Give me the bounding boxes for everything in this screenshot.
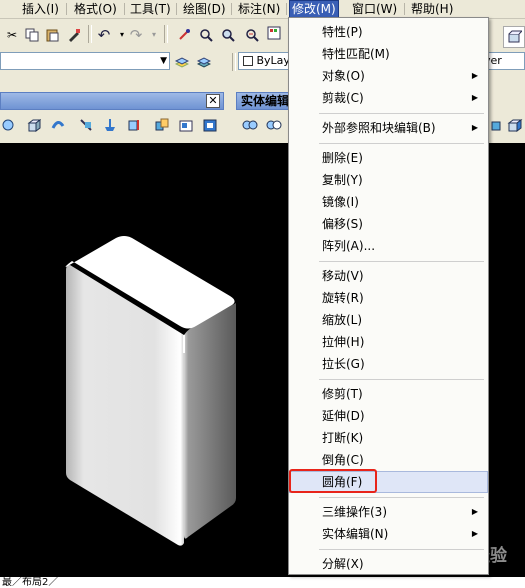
submenu-arrow-icon: ▶ bbox=[471, 123, 478, 132]
menu-item-clip[interactable]: 剪裁(C) ▶ bbox=[289, 87, 488, 109]
menu-item-erase[interactable]: 删除(E) bbox=[289, 147, 488, 169]
menu-item-solid-editing[interactable]: 实体编辑(N) ▶ bbox=[289, 523, 488, 545]
slice-icon[interactable] bbox=[78, 117, 94, 133]
menu-separator bbox=[319, 549, 484, 550]
modeling-toolbar-titlebar[interactable]: ✕ bbox=[0, 92, 224, 110]
zoom-window-icon[interactable] bbox=[220, 27, 236, 43]
zoom-realtime-icon[interactable] bbox=[198, 27, 214, 43]
properties-icon[interactable] bbox=[266, 25, 282, 41]
menu-separator bbox=[319, 379, 484, 380]
menu-item-trim[interactable]: 修剪(T) bbox=[289, 383, 488, 405]
menu-item-mirror[interactable]: 镜像(I) bbox=[289, 191, 488, 213]
setup-drawing-icon[interactable] bbox=[178, 117, 194, 133]
solid-editing-toolbar-right bbox=[489, 110, 525, 140]
menu-separator bbox=[124, 3, 125, 15]
menu-separator bbox=[231, 3, 232, 15]
menu-item-match-properties[interactable]: 特性匹配(M) bbox=[289, 43, 488, 65]
menu-item-break[interactable]: 打断(K) bbox=[289, 427, 488, 449]
menu-item-properties[interactable]: 特性(P) bbox=[289, 21, 488, 43]
paste-icon[interactable] bbox=[44, 27, 60, 43]
toolbar-separator bbox=[164, 25, 168, 43]
box-icon[interactable] bbox=[26, 117, 42, 133]
menu-item-rotate[interactable]: 旋转(R) bbox=[289, 287, 488, 309]
modeling-toolbar bbox=[0, 110, 224, 140]
undo-icon[interactable]: ↶ bbox=[96, 27, 112, 43]
submenu-arrow-icon: ▶ bbox=[471, 507, 478, 516]
submenu-arrow-icon: ▶ bbox=[471, 529, 478, 538]
menu-item-object[interactable]: 对象(O) ▶ bbox=[289, 65, 488, 87]
menu-window[interactable]: 窗口(W) bbox=[350, 1, 399, 17]
menu-separator bbox=[319, 497, 484, 498]
redo-dropdown-icon[interactable]: ▾ bbox=[146, 27, 162, 43]
menu-separator bbox=[66, 3, 67, 15]
solid-editing-titlebar[interactable]: 实体编辑 bbox=[236, 92, 291, 110]
make-layer-current-icon[interactable] bbox=[174, 54, 190, 70]
redo-icon[interactable]: ↷ bbox=[128, 27, 144, 43]
box-side-face bbox=[184, 303, 236, 539]
toolbar-separator bbox=[88, 25, 92, 43]
submenu-arrow-icon: ▶ bbox=[471, 93, 478, 102]
submenu-arrow-icon: ▶ bbox=[471, 71, 478, 80]
sweep-icon[interactable] bbox=[50, 117, 66, 133]
menu-separator bbox=[286, 3, 287, 15]
menu-item-offset[interactable]: 偏移(S) bbox=[289, 213, 488, 235]
menu-insert[interactable]: 插入(I) bbox=[20, 1, 61, 17]
menu-item-scale[interactable]: 缩放(L) bbox=[289, 309, 488, 331]
solid-editing-toolbar bbox=[236, 110, 288, 140]
menu-item-3d-operations[interactable]: 三维操作(3) ▶ bbox=[289, 501, 488, 523]
close-icon[interactable]: ✕ bbox=[206, 94, 220, 108]
extrude-faces-icon[interactable] bbox=[489, 117, 505, 133]
zoom-previous-icon[interactable] bbox=[244, 27, 260, 43]
menu-item-stretch[interactable]: 拉伸(H) bbox=[289, 331, 488, 353]
toolbar-separator bbox=[232, 53, 236, 71]
revolve-icon[interactable] bbox=[0, 117, 16, 133]
menu-item-xref-block-edit[interactable]: 外部参照和块编辑(B) ▶ bbox=[289, 117, 488, 139]
menu-separator bbox=[404, 3, 405, 15]
menu-draw[interactable]: 绘图(D) bbox=[181, 1, 228, 17]
chevron-down-icon: ▼ bbox=[160, 56, 167, 66]
pan-icon[interactable] bbox=[176, 27, 192, 43]
menu-separator bbox=[319, 261, 484, 262]
menu-tools[interactable]: 工具(T) bbox=[128, 1, 173, 17]
menu-separator bbox=[176, 3, 177, 15]
subtract-icon[interactable] bbox=[266, 117, 282, 133]
color-combo[interactable]: ByLay bbox=[238, 52, 290, 70]
layout-tabs-strip[interactable]: 最／布局2／ bbox=[0, 577, 525, 588]
menu-item-move[interactable]: 移动(V) bbox=[289, 265, 488, 287]
menu-item-copy[interactable]: 复制(Y) bbox=[289, 169, 488, 191]
layer-combo[interactable]: ▼ bbox=[0, 52, 170, 70]
match-properties-icon[interactable] bbox=[66, 27, 82, 43]
menu-item-chamfer[interactable]: 倒角(C) bbox=[289, 449, 488, 471]
menu-separator bbox=[319, 143, 484, 144]
cut-icon[interactable]: ✂ bbox=[4, 27, 20, 43]
copy-faces-icon[interactable] bbox=[507, 117, 523, 133]
layer-previous-icon[interactable] bbox=[196, 54, 212, 70]
menu-item-extend[interactable]: 延伸(D) bbox=[289, 405, 488, 427]
color-swatch-icon bbox=[243, 56, 253, 66]
extrude-icon[interactable] bbox=[102, 117, 118, 133]
menu-modify[interactable]: 修改(M) bbox=[289, 0, 339, 18]
menu-item-array[interactable]: 阵列(A)... bbox=[289, 235, 488, 257]
section-icon[interactable] bbox=[126, 117, 142, 133]
setup-view-icon[interactable] bbox=[202, 117, 218, 133]
menu-item-lengthen[interactable]: 拉长(G) bbox=[289, 353, 488, 375]
copy-icon[interactable] bbox=[24, 27, 40, 43]
union-icon[interactable] bbox=[242, 117, 258, 133]
toolbar-overflow-icon[interactable] bbox=[503, 26, 525, 48]
menu-item-fillet[interactable]: 圆角(F) bbox=[289, 471, 488, 493]
menu-separator bbox=[319, 113, 484, 114]
interfere-icon[interactable] bbox=[154, 117, 170, 133]
menu-item-explode[interactable]: 分解(X) bbox=[289, 553, 488, 575]
menu-help[interactable]: 帮助(H) bbox=[409, 1, 455, 17]
modify-menu-dropdown: 特性(P) 特性匹配(M) 对象(O) ▶ 剪裁(C) ▶ 外部参照和块编辑(B) ▶… bbox=[288, 17, 489, 575]
menu-format[interactable]: 格式(O) bbox=[72, 1, 119, 17]
menu-dimension[interactable]: 标注(N) bbox=[236, 1, 282, 17]
